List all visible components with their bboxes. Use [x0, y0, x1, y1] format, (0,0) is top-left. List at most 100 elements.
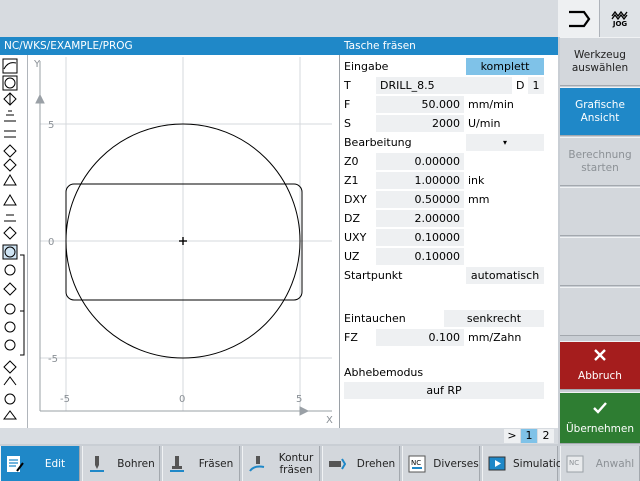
startpunkt-label: Startpunkt: [344, 269, 403, 282]
grafische-label: Grafische Ansicht: [575, 98, 625, 124]
z0-field[interactable]: 0.00000: [376, 153, 464, 170]
row-dz: DZ 2.00000: [340, 209, 558, 228]
abbruch-button[interactable]: Abbruch: [560, 341, 640, 390]
simulation-icon: [487, 454, 507, 474]
diverses-label: Diverses: [433, 457, 479, 470]
z1-unit: ink: [468, 174, 485, 187]
tick-x-0: 0: [179, 394, 185, 405]
row-abhebemodus: auf RP: [340, 381, 558, 400]
drill-icon: [87, 454, 107, 474]
f-field[interactable]: 50.000: [376, 96, 464, 113]
abhebemodus-select[interactable]: auf RP: [344, 382, 544, 399]
pager-page-1[interactable]: 1: [521, 429, 537, 443]
z1-field[interactable]: 1.00000: [376, 172, 464, 189]
row-dxy: DXY 0.50000 mm: [340, 190, 558, 209]
dxy-label: DXY: [344, 193, 367, 206]
row-uxy: UXY 0.10000: [340, 228, 558, 247]
tick-y-0: 0: [48, 237, 54, 248]
werkzeug-label: Werkzeug auswählen: [571, 48, 629, 74]
softkey-empty-6[interactable]: [560, 287, 640, 336]
uebernehmen-button[interactable]: Übernehmen: [560, 392, 640, 444]
row-f: F 50.000 mm/min: [340, 95, 558, 114]
row-t: T DRILL_8.5 D 1: [340, 76, 558, 95]
row-s: S 2000 U/min: [340, 114, 558, 133]
pager-page-2[interactable]: 2: [538, 429, 554, 443]
tick-x-5: 5: [296, 394, 302, 405]
d-label: D: [516, 79, 525, 92]
horizontal-softkeys: Edit Bohren Fräsen Kontur fräsen Drehen …: [0, 444, 640, 481]
anwahl-button[interactable]: NC Anwahl: [560, 446, 640, 481]
pager-arrow[interactable]: >: [504, 429, 520, 443]
f-unit: mm/min: [468, 98, 514, 111]
drehen-label: Drehen: [356, 457, 396, 470]
s-label: S: [344, 117, 351, 130]
uebernehmen-label: Übernehmen: [565, 422, 635, 435]
row-bearbeitung: Bearbeitung ▾: [340, 133, 558, 152]
row-startpunkt: Startpunkt automatisch: [340, 266, 558, 285]
jog-button[interactable]: JOG: [599, 0, 640, 37]
dxy-field[interactable]: 0.50000: [376, 191, 464, 208]
tool-field[interactable]: DRILL_8.5: [376, 77, 512, 94]
tick-y-5: 5: [48, 120, 54, 131]
uz-field[interactable]: 0.10000: [376, 248, 464, 265]
eintauchen-select[interactable]: senkrecht: [444, 310, 544, 327]
cycle-icons: [2, 58, 25, 420]
fz-field[interactable]: 0.100: [376, 329, 464, 346]
uxy-label: UXY: [344, 231, 367, 244]
dxy-unit: mm: [468, 193, 490, 206]
uxy-field[interactable]: 0.10000: [376, 229, 464, 246]
svg-text:NC: NC: [569, 459, 579, 467]
row-eintauchen: Eintauchen senkrecht: [340, 309, 558, 328]
fz-label: FZ: [344, 331, 358, 344]
softkey-empty-4[interactable]: [560, 187, 640, 236]
d-field[interactable]: 1: [528, 77, 544, 94]
dz-field[interactable]: 2.00000: [376, 210, 464, 227]
t-label: T: [344, 79, 351, 92]
z0-label: Z0: [344, 155, 359, 168]
drehen-button[interactable]: Drehen: [322, 446, 400, 481]
grafische-ansicht-button[interactable]: Grafische Ansicht: [560, 87, 640, 136]
page-indicator: > 1 2: [340, 428, 558, 444]
tick-x-neg5: -5: [60, 394, 70, 405]
kontur-fraesen-button[interactable]: Kontur fräsen: [242, 446, 320, 481]
cycle-icon-strip: [0, 55, 28, 428]
top-status-strip: [0, 0, 558, 37]
eingabe-select[interactable]: komplett: [466, 58, 544, 75]
center-cross-icon: [179, 237, 187, 245]
nc-icon: NC: [407, 454, 427, 474]
s-field[interactable]: 2000: [376, 115, 464, 132]
startpunkt-select[interactable]: automatisch: [466, 267, 544, 284]
bearbeitung-select[interactable]: ▾: [466, 134, 544, 151]
softkey-empty-5[interactable]: [560, 237, 640, 286]
eingabe-label: Eingabe: [344, 60, 389, 73]
bohren-button[interactable]: Bohren: [82, 446, 160, 481]
simulation-button[interactable]: Simulation: [482, 446, 569, 481]
contour-mill-icon: [247, 454, 267, 474]
mill-icon: [167, 454, 187, 474]
edit-label: Edit: [44, 457, 66, 470]
fraesen-button[interactable]: Fräsen: [162, 446, 240, 481]
berechnung-label: Berechnung starten: [568, 148, 632, 174]
berechnung-starten-button[interactable]: Berechnung starten: [560, 137, 640, 186]
axis-label-x: X: [326, 415, 333, 426]
edit-button[interactable]: Edit: [0, 446, 80, 481]
graphic-view[interactable]: Y X 5 0 -5 -5 0 5: [0, 55, 340, 428]
diverses-button[interactable]: NC Diverses: [402, 446, 480, 481]
fraesen-label: Fräsen: [198, 457, 234, 470]
edit-icon: [5, 454, 25, 474]
row-eingabe: Eingabe komplett: [340, 57, 558, 76]
pocket-rectangle: [65, 183, 303, 301]
machine-area-button[interactable]: [558, 0, 599, 37]
abhebemodus-label: Abhebemodus: [344, 366, 424, 379]
abbruch-label: Abbruch: [578, 370, 622, 382]
kontur-label: Kontur fräsen: [278, 451, 314, 476]
jog-wave-icon: [611, 10, 628, 20]
fz-unit: mm/Zahn: [468, 331, 522, 344]
svg-text:NC: NC: [411, 459, 421, 467]
uz-label: UZ: [344, 250, 360, 263]
werkzeug-auswaehlen-button[interactable]: Werkzeug auswählen: [560, 37, 640, 86]
tick-y-neg5: -5: [48, 354, 58, 365]
z1-label: Z1: [344, 174, 359, 187]
row-abhebemodus-label: Abhebemodus: [340, 363, 558, 382]
row-z1: Z1 1.00000 ink: [340, 171, 558, 190]
